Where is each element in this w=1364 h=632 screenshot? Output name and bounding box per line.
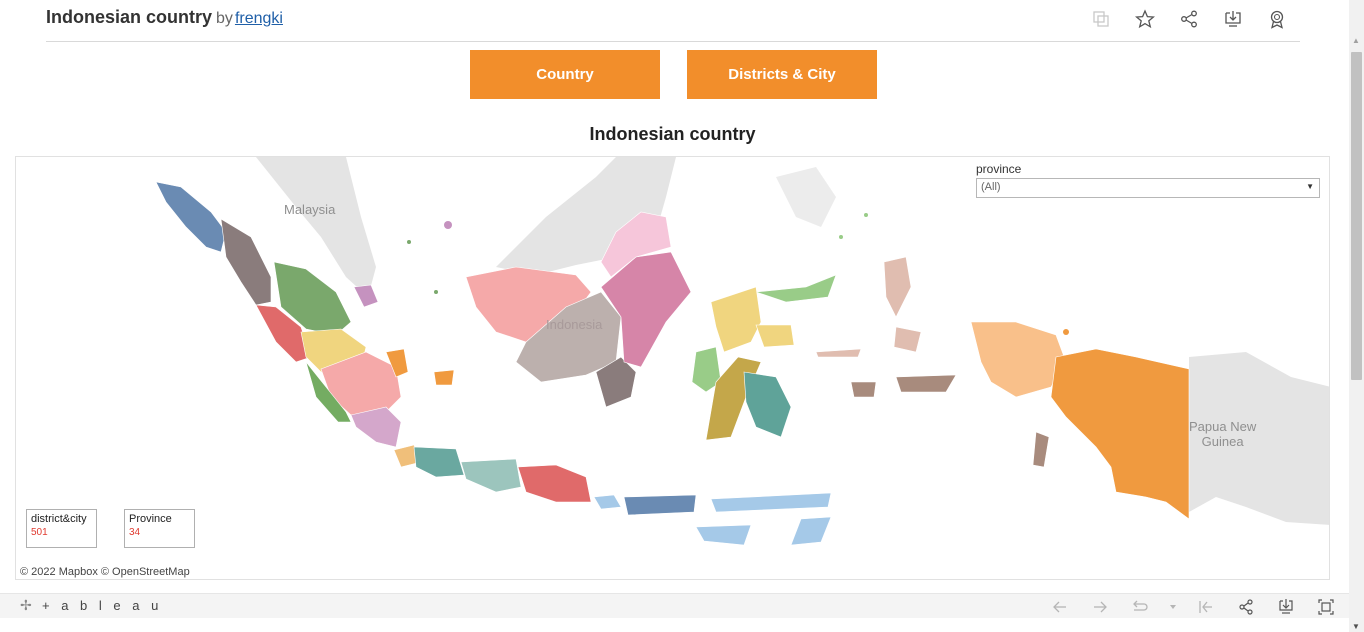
badge-icon[interactable] [1264, 8, 1290, 30]
undo-icon[interactable] [1049, 597, 1071, 617]
share-icon[interactable] [1235, 597, 1257, 617]
dashboard-title: Indonesian country [589, 124, 756, 144]
map-label-png-line1: Papua New [1189, 419, 1257, 434]
page-bottom-strip [0, 618, 1349, 632]
scroll-up-icon[interactable]: ▲ [1352, 36, 1360, 45]
district-city-kpi-label: district&city [31, 513, 87, 525]
districts-city-button[interactable]: Districts & City [687, 50, 877, 99]
gorontalo-region [755, 324, 795, 348]
download-icon[interactable] [1275, 597, 1297, 617]
viz-title-line: Indonesian country by frengki [46, 7, 283, 28]
island-dot [407, 240, 411, 244]
lampung-region [350, 406, 402, 448]
fullscreen-icon[interactable] [1315, 597, 1337, 617]
tableau-page: Indonesian country by frengki Country Dist… [0, 0, 1364, 632]
download-icon[interactable] [1220, 8, 1246, 30]
map-canvas [155, 157, 1329, 546]
riau-islands-region [353, 284, 379, 308]
province-filter: province (All) ▼ [976, 162, 1320, 198]
central-sulawesi-region [710, 286, 762, 353]
scrollbar-thumb[interactable] [1351, 52, 1362, 380]
island-dot [434, 290, 438, 294]
vertical-scrollbar[interactable]: ▲ ▼ [1349, 0, 1364, 632]
toolbar-actions [1049, 597, 1337, 617]
province-filter-label: province [976, 162, 1022, 176]
map-label-malaysia: Malaysia [284, 202, 336, 217]
indonesia-map[interactable]: Malaysia Indonesia Papua New Guinea prov… [15, 156, 1330, 580]
scroll-down-icon[interactable]: ▼ [1352, 622, 1360, 631]
reset-icon[interactable] [1195, 597, 1217, 617]
bali-region [593, 494, 622, 510]
district-city-kpi: district&city 501 [26, 509, 97, 548]
viz-header: Indonesian country by frengki [46, 0, 1300, 42]
province-dropdown[interactable]: (All) ▼ [976, 178, 1320, 198]
island-dot [444, 221, 452, 229]
north-maluku-region [883, 256, 922, 353]
tableau-logo-text: + a b l e a u [42, 597, 163, 613]
author-link[interactable]: frengki [235, 10, 283, 27]
island-dot [1063, 329, 1069, 335]
map-attribution[interactable]: © 2022 Mapbox © OpenStreetMap [20, 566, 190, 578]
redo-icon[interactable] [1089, 597, 1111, 617]
province-kpi-value: 34 [129, 527, 141, 538]
papua-region [1050, 348, 1190, 520]
north-sulawesi-region [755, 274, 837, 303]
country-button[interactable]: Country [470, 50, 660, 99]
province-dropdown-value: (All) [981, 181, 1001, 193]
west-papua-region [970, 321, 1067, 398]
malaysia-peninsula-land [256, 157, 376, 297]
north-sumatra-region [220, 218, 272, 306]
island-dot [864, 213, 868, 217]
tableau-logo-icon: ✢ [20, 597, 32, 613]
tableau-logo[interactable]: ✢ + a b l e a u [20, 597, 162, 613]
chevron-down-icon: ▼ [1306, 182, 1314, 191]
east-java-region [517, 464, 592, 503]
east-nusa-tenggara-region [695, 492, 832, 546]
philippines-land [776, 167, 836, 227]
revert-dropdown-icon[interactable] [1169, 597, 1177, 617]
viz-title: Indonesian country [46, 7, 213, 27]
header-actions [1088, 8, 1290, 30]
province-kpi-label: Province [129, 513, 172, 525]
central-java-region [460, 458, 522, 493]
star-icon[interactable] [1132, 8, 1158, 30]
copy-icon[interactable] [1088, 8, 1114, 30]
west-java-region [413, 446, 465, 478]
southeast-sulawesi-region [743, 371, 792, 438]
map-label-indonesia: Indonesia [546, 317, 603, 332]
by-text: by [216, 10, 233, 27]
share-icon[interactable] [1176, 8, 1202, 30]
revert-icon[interactable] [1129, 597, 1151, 617]
map-label-papua-new-guinea: Papua New Guinea [1189, 419, 1256, 449]
map-label-png-line2: Guinea [1201, 434, 1244, 449]
province-kpi: Province 34 [124, 509, 195, 548]
aceh-region [155, 181, 227, 253]
island-dot [839, 235, 843, 239]
tableau-toolbar: ✢ + a b l e a u [0, 593, 1349, 618]
west-nusa-tenggara-region [623, 494, 697, 516]
small-islands-region [815, 348, 862, 358]
district-city-kpi-value: 501 [31, 527, 48, 538]
